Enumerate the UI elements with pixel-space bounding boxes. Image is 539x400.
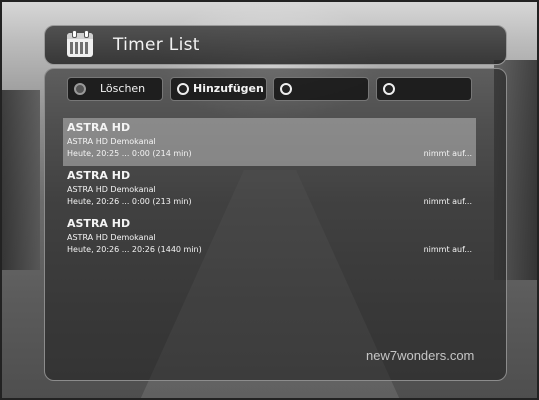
timer-description: ASTRA HD Demokanal — [67, 185, 156, 194]
timer-channel: ASTRA HD — [67, 217, 131, 230]
timer-channel: ASTRA HD — [67, 121, 131, 134]
title-bar: Timer List — [44, 25, 507, 65]
function-button-4[interactable] — [376, 77, 472, 101]
timer-time: Heute, 20:25 ... 0:00 (214 min) — [67, 149, 192, 158]
timer-row[interactable]: ASTRA HD ASTRA HD Demokanal Heute, 20:26… — [63, 166, 476, 214]
timer-row[interactable]: ASTRA HD ASTRA HD Demokanal Heute, 20:26… — [63, 214, 476, 262]
add-button[interactable]: Hinzufügen — [170, 77, 267, 101]
timer-row[interactable]: ASTRA HD ASTRA HD Demokanal Heute, 20:25… — [63, 118, 476, 166]
delete-button-label: Löschen — [100, 82, 146, 95]
white-key-icon — [177, 83, 189, 95]
timer-status: nimmt auf... — [423, 245, 472, 254]
timer-description: ASTRA HD Demokanal — [67, 137, 156, 146]
background-watermark: new7wonders.com — [366, 348, 475, 363]
gray-key-icon — [74, 83, 86, 95]
page-title: Timer List — [113, 35, 200, 55]
white-key-icon — [383, 83, 395, 95]
delete-button[interactable]: Löschen — [67, 77, 163, 101]
timer-description: ASTRA HD Demokanal — [67, 233, 156, 242]
white-key-icon — [280, 83, 292, 95]
timer-time: Heute, 20:26 ... 0:00 (213 min) — [67, 197, 192, 206]
function-button-3[interactable] — [273, 77, 369, 101]
timer-time: Heute, 20:26 ... 20:26 (1440 min) — [67, 245, 202, 254]
timer-status: nimmt auf... — [423, 197, 472, 206]
add-button-label: Hinzufügen — [193, 82, 264, 95]
timer-status: nimmt auf... — [423, 149, 472, 158]
calendar-icon — [67, 30, 93, 57]
timer-channel: ASTRA HD — [67, 169, 131, 182]
